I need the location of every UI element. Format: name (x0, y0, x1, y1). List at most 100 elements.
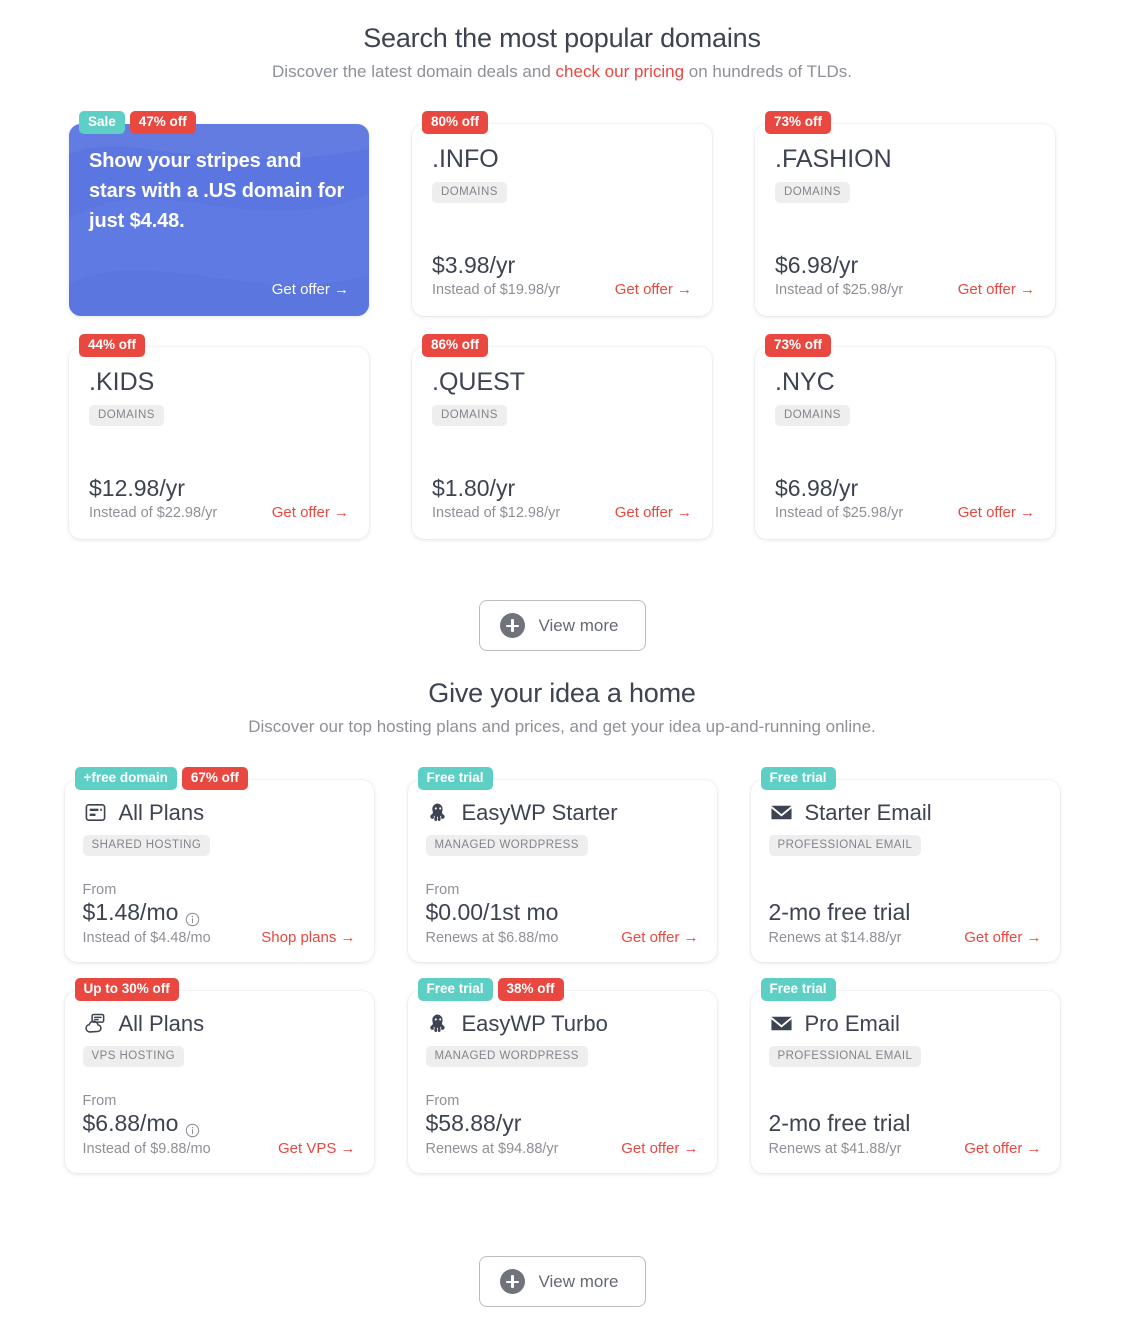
category-tag: VPS HOSTING (82, 1046, 185, 1067)
price: 2-mo free trial (768, 1110, 911, 1137)
plan-name: EasyWP Turbo (461, 1010, 608, 1036)
hosting-card[interactable]: All Plans VPS HOSTING From $6.88/mo Inst… (64, 991, 374, 1173)
hosting-card[interactable]: Pro Email PROFESSIONAL EMAIL 2-mo free t… (750, 991, 1060, 1173)
free-trial-badge: Free trial (417, 978, 493, 1001)
get-offer-link[interactable]: Get offer → (621, 1140, 698, 1157)
get-offer-link[interactable]: Get offer → (615, 504, 692, 521)
get-offer-link[interactable]: Get offer → (272, 504, 349, 521)
price: $6.98/yr (775, 251, 859, 278)
view-more-hosting-button[interactable]: View more (478, 1256, 646, 1307)
free-trial-badge: Free trial (417, 767, 493, 790)
renewal-price: Renews at $94.88/yr (425, 1141, 559, 1157)
plus-icon (499, 1269, 525, 1294)
discount-badge: 38% off (497, 978, 564, 1001)
category-tag: MANAGED WORDPRESS (425, 835, 588, 856)
domain-card[interactable]: .INFO DOMAINS $3.98/yr Instead of $19.98… (412, 124, 712, 316)
discount-badge: 44% off (79, 334, 146, 357)
discount-badge: 73% off (765, 334, 832, 357)
price: $0.00/1st mo (425, 899, 559, 926)
tld-name: .KIDS (89, 368, 155, 396)
hosting-card-wrapper: Free trial 38% off EasyWP Turbo MANAGED … (407, 978, 717, 1173)
tld-name: .NYC (775, 368, 835, 396)
domain-card[interactable]: .KIDS DOMAINS $12.98/yr Instead of $22.9… (69, 347, 369, 539)
free-domain-badge: +free domain (74, 767, 177, 790)
subtitle-text-before: Discover the latest domain deals and (272, 62, 556, 81)
envelope-icon (769, 800, 794, 825)
hosting-card[interactable]: All Plans SHARED HOSTING From $1.48/mo I… (64, 780, 374, 962)
category-tag: DOMAINS (432, 182, 507, 204)
get-offer-link[interactable]: Get offer → (621, 929, 698, 946)
promo-badges: Sale 47% off (79, 111, 196, 134)
discount-badge: 73% off (765, 111, 832, 134)
price: $6.98/yr (775, 474, 859, 501)
view-more-label: View more (538, 615, 619, 635)
price: $12.98/yr (89, 474, 185, 501)
category-tag: DOMAINS (432, 405, 507, 427)
discount-badge: Up to 30% off (74, 978, 179, 1001)
get-offer-link[interactable]: Get offer → (958, 504, 1035, 521)
plan-name: All Plans (118, 799, 205, 825)
get-offer-link[interactable]: Get offer → (958, 281, 1035, 298)
discount-badge: 67% off (181, 767, 248, 790)
from-label: From (82, 882, 117, 899)
domain-card[interactable]: .NYC DOMAINS $6.98/yr Instead of $25.98/… (755, 347, 1055, 539)
domains-section-subtitle: Discover the latest domain deals and che… (0, 62, 1124, 82)
free-trial-badge: Free trial (760, 978, 836, 1001)
domain-card-wrapper: 86% off .QUEST DOMAINS $1.80/yr Instead … (412, 334, 712, 539)
category-tag: SHARED HOSTING (82, 835, 211, 856)
tld-name: .FASHION (775, 145, 892, 173)
hosting-card[interactable]: Starter Email PROFESSIONAL EMAIL 2-mo fr… (750, 780, 1060, 962)
hosting-card-wrapper: Up to 30% off All Plans VPS HOSTING From (64, 978, 374, 1173)
octopus-icon (426, 800, 451, 825)
tld-name: .QUEST (432, 368, 526, 396)
plan-name: EasyWP Starter (461, 799, 618, 825)
domains-grid: Sale 47% off Show your stripes and stars… (0, 111, 1124, 539)
price: $3.98/yr (432, 251, 516, 278)
hosting-card-wrapper: +free domain 67% off All Plans SHARED HO… (64, 767, 374, 962)
plus-icon (499, 613, 525, 638)
page-root: Search the most popular domains Discover… (0, 0, 1124, 1322)
view-more-label: View more (538, 1271, 619, 1291)
discount-badge: 86% off (422, 334, 489, 357)
category-tag: PROFESSIONAL EMAIL (768, 1046, 922, 1067)
get-offer-link[interactable]: Get offer → (615, 281, 692, 298)
envelope-icon (769, 1011, 794, 1036)
get-offer-link[interactable]: Get offer → (964, 929, 1041, 946)
domains-view-more-wrapper: View more (0, 600, 1124, 651)
category-tag: DOMAINS (775, 182, 850, 204)
webpage-icon (83, 800, 108, 825)
category-tag: MANAGED WORDPRESS (425, 1046, 588, 1067)
view-more-domains-button[interactable]: View more (478, 600, 646, 651)
promo-card-us-domain[interactable]: Show your stripes and stars with a .US d… (69, 124, 369, 316)
info-icon[interactable] (185, 906, 200, 926)
octopus-icon (426, 1011, 451, 1036)
original-price: Instead of $12.98/yr (432, 505, 561, 521)
shop-plans-link[interactable]: Shop plans → (261, 929, 355, 946)
hosting-card[interactable]: EasyWP Starter MANAGED WORDPRESS From $0… (407, 780, 717, 962)
price: 2-mo free trial (768, 899, 911, 926)
discount-badge: 47% off (129, 111, 196, 134)
hosting-card-wrapper: Free trial Starter Email PROFESSIONAL EM… (750, 767, 1060, 962)
price: $1.48/mo (82, 899, 179, 926)
original-price: Instead of $19.98/yr (432, 282, 561, 298)
tld-name: .INFO (432, 145, 499, 173)
domain-card[interactable]: .QUEST DOMAINS $1.80/yr Instead of $12.9… (412, 347, 712, 539)
domain-card[interactable]: .FASHION DOMAINS $6.98/yr Instead of $25… (755, 124, 1055, 316)
renewal-price: Renews at $6.88/mo (425, 930, 559, 946)
hosting-card[interactable]: EasyWP Turbo MANAGED WORDPRESS From $58.… (407, 991, 717, 1173)
price: $6.88/mo (82, 1110, 179, 1137)
price: $1.80/yr (432, 474, 516, 501)
plan-name: Starter Email (804, 799, 932, 825)
hosting-grid: +free domain 67% off All Plans SHARED HO… (0, 767, 1124, 1173)
domain-card-wrapper: 44% off .KIDS DOMAINS $12.98/yr Instead … (69, 334, 369, 539)
get-offer-link[interactable]: Get offer → (964, 1140, 1041, 1157)
status-badge: Sale (79, 111, 125, 134)
get-vps-link[interactable]: Get VPS → (278, 1140, 356, 1157)
promo-card-wrapper: Sale 47% off Show your stripes and stars… (69, 111, 369, 316)
category-tag: PROFESSIONAL EMAIL (768, 835, 922, 856)
promo-get-offer-link[interactable]: Get offer → (272, 281, 349, 298)
check-pricing-link[interactable]: check our pricing (556, 62, 685, 81)
hosting-title: Give your idea a home (428, 678, 696, 708)
from-label: From (425, 882, 460, 899)
info-icon[interactable] (185, 1117, 200, 1137)
